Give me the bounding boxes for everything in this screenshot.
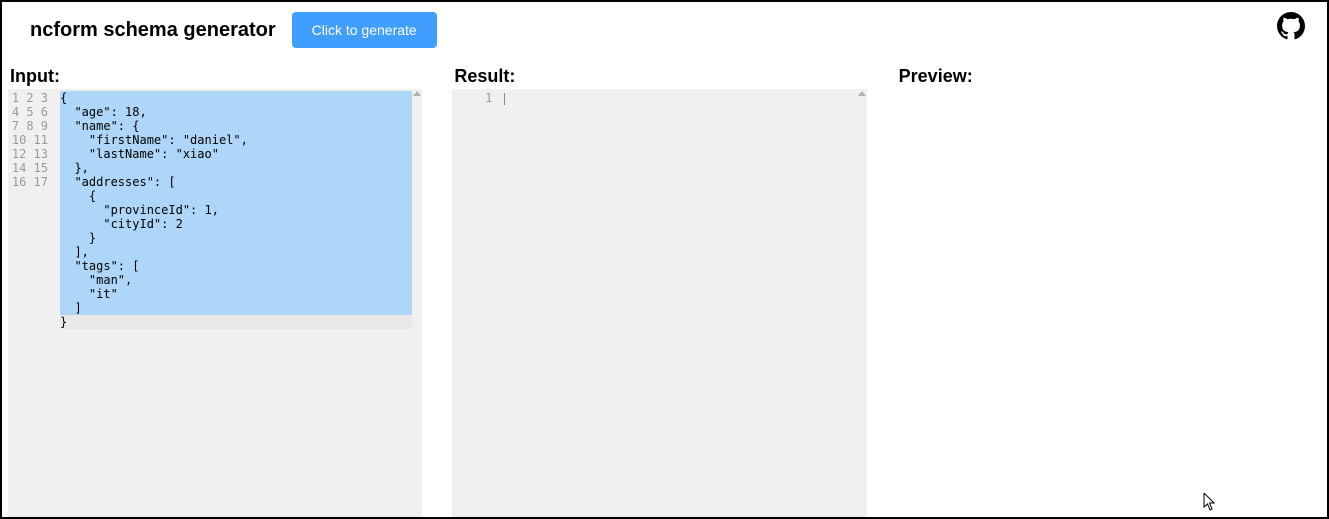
result-gutter: 1 — [452, 89, 500, 517]
result-scrollbar[interactable] — [857, 89, 867, 517]
code-line — [504, 91, 505, 105]
code-line: "tags": [ — [60, 259, 422, 273]
app-title: ncform schema generator — [30, 19, 276, 42]
code-line: ], — [60, 245, 422, 259]
code-line: "man", — [60, 273, 422, 287]
result-editor[interactable]: 1 — [452, 89, 866, 517]
github-icon — [1277, 12, 1305, 40]
preview-panel-header: Preview: — [897, 66, 1311, 87]
code-line: "firstName": "daniel", — [60, 133, 422, 147]
code-line: } — [60, 231, 422, 245]
code-line: { — [60, 91, 422, 105]
input-panel: Input: 1 2 3 4 5 6 7 8 9 10 11 12 13 14 … — [8, 66, 422, 517]
preview-body — [897, 89, 1311, 517]
result-panel: Result: 1 — [452, 66, 866, 517]
code-line: "cityId": 2 — [60, 217, 422, 231]
code-line: "addresses": [ — [60, 175, 422, 189]
github-link[interactable] — [1277, 12, 1305, 40]
code-line: "age": 18, — [60, 105, 422, 119]
input-panel-header: Input: — [8, 66, 422, 87]
code-line: "provinceId": 1, — [60, 203, 422, 217]
input-editor[interactable]: 1 2 3 4 5 6 7 8 9 10 11 12 13 14 15 16 1… — [8, 89, 422, 517]
input-scrollbar[interactable] — [412, 89, 422, 517]
result-code-area[interactable] — [500, 89, 866, 517]
generate-button[interactable]: Click to generate — [292, 12, 437, 48]
input-code-area[interactable]: { "age": 18, "name": { "firstName": "dan… — [56, 89, 422, 517]
scroll-up-icon — [858, 91, 866, 96]
code-line: } — [60, 315, 422, 329]
code-line: { — [60, 189, 422, 203]
preview-panel: Preview: — [897, 66, 1311, 517]
code-line: ] — [60, 301, 422, 315]
code-line: "lastName": "xiao" — [60, 147, 422, 161]
input-gutter: 1 2 3 4 5 6 7 8 9 10 11 12 13 14 15 16 1… — [8, 89, 56, 517]
result-panel-header: Result: — [452, 66, 866, 87]
main-columns: Input: 1 2 3 4 5 6 7 8 9 10 11 12 13 14 … — [2, 58, 1327, 517]
header: ncform schema generator Click to generat… — [2, 2, 1327, 58]
code-line: "name": { — [60, 119, 422, 133]
code-line: }, — [60, 161, 422, 175]
code-line: "it" — [60, 287, 422, 301]
scroll-up-icon — [413, 91, 421, 96]
